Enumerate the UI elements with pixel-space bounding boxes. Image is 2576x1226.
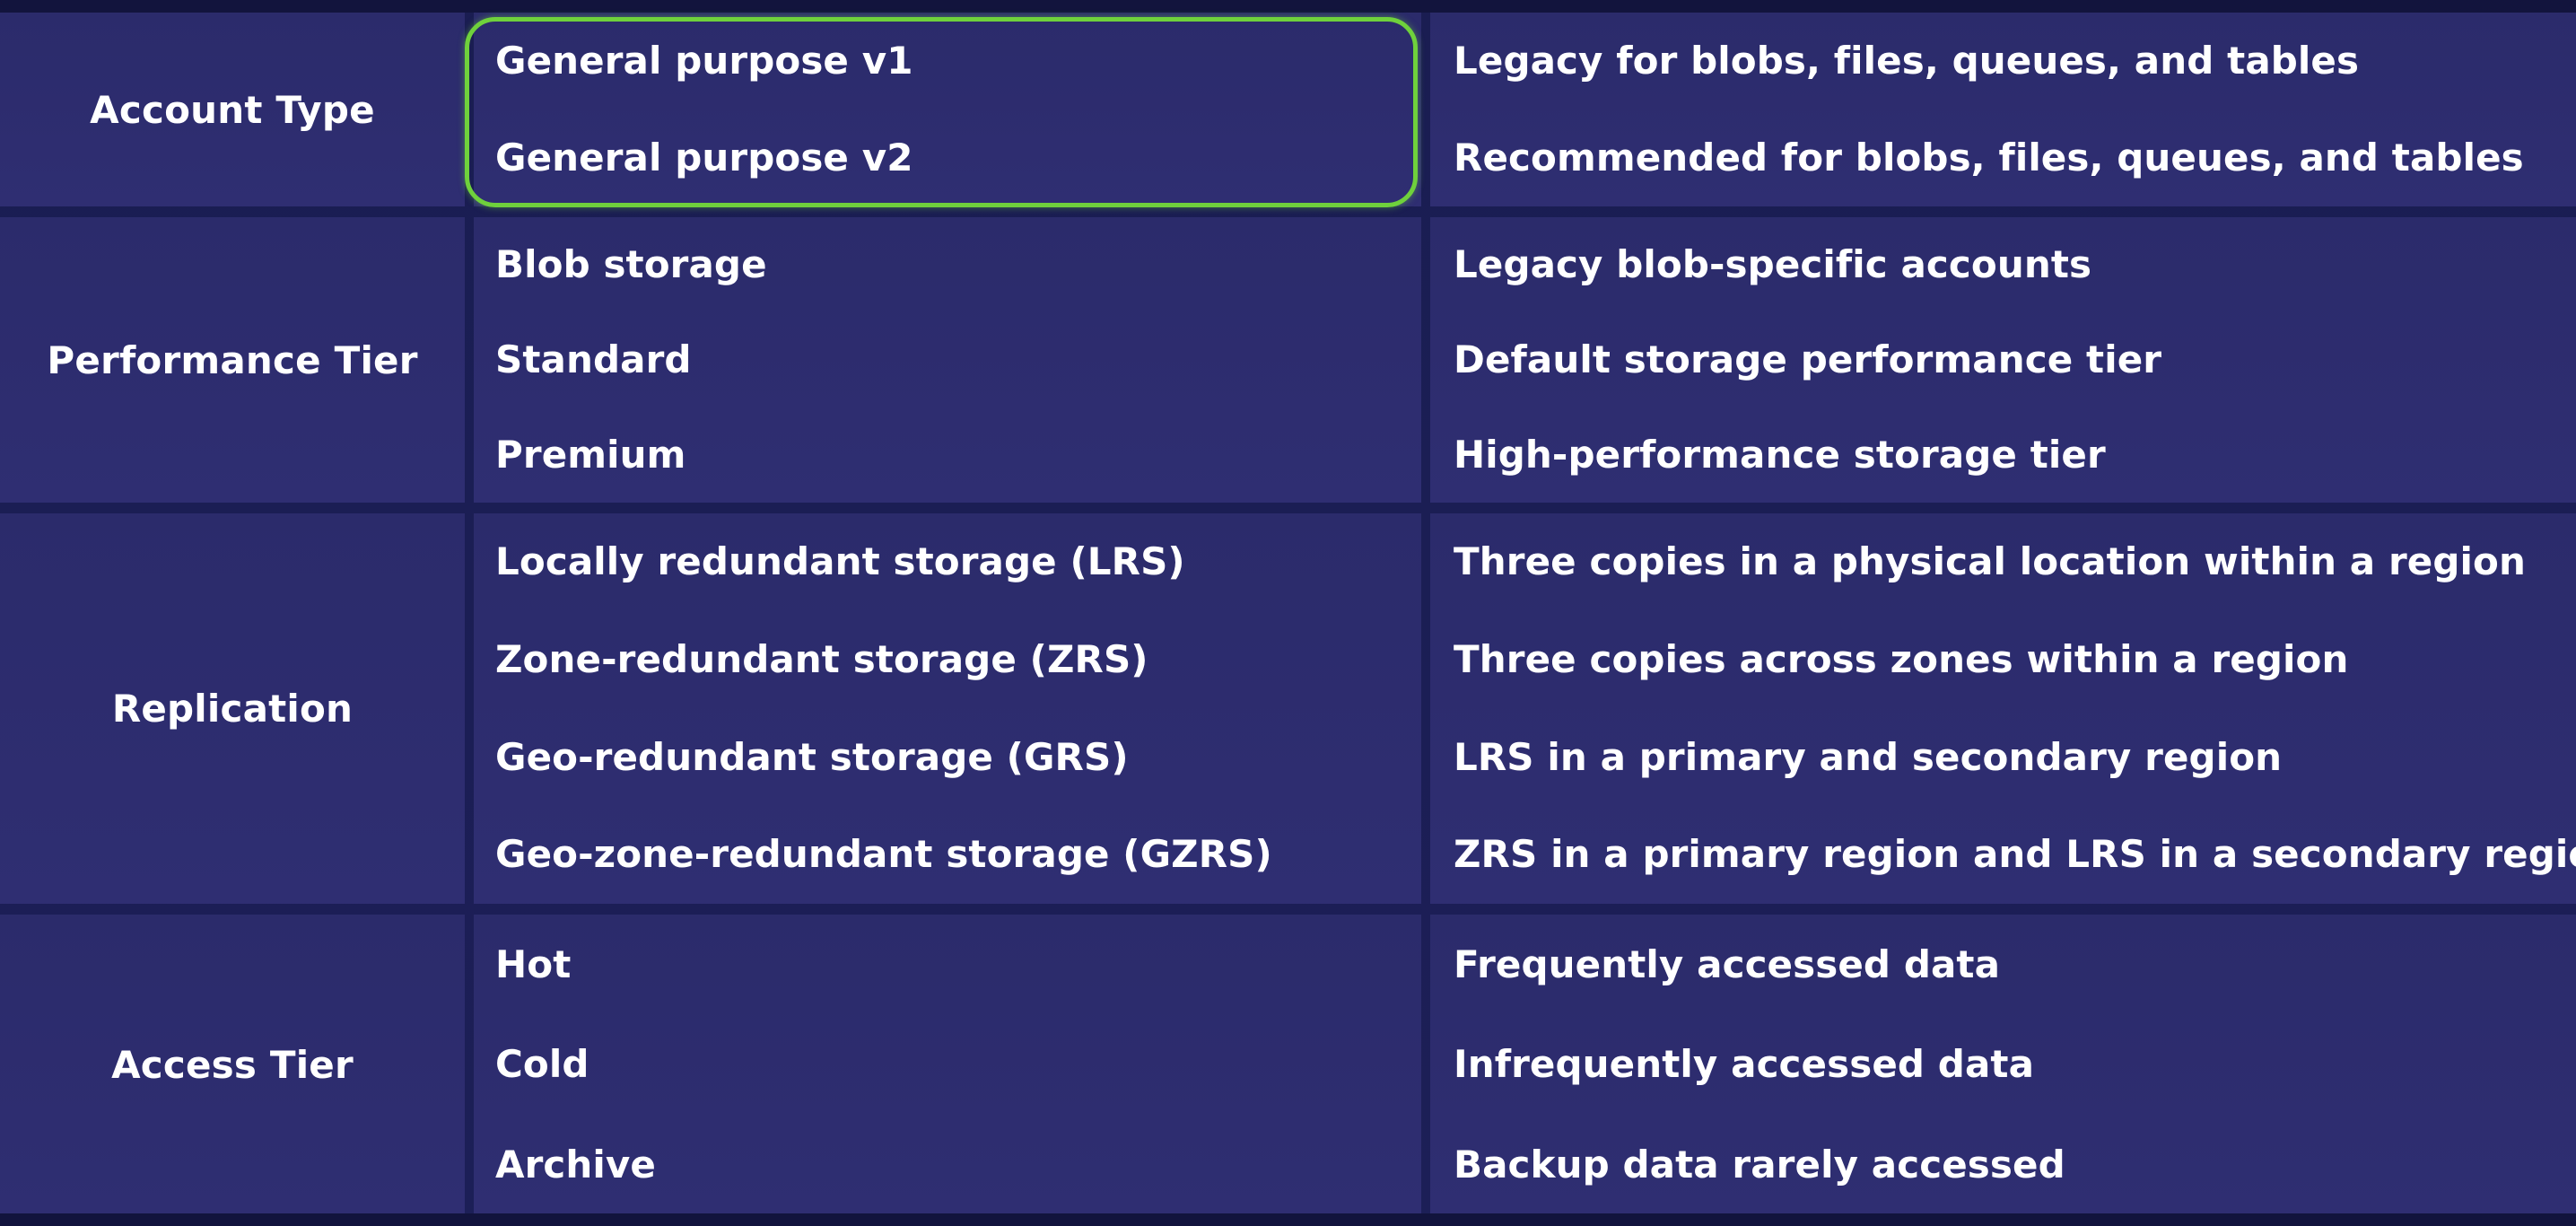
option-item: General purpose v1 <box>495 38 913 83</box>
description-item: Legacy for blobs, files, queues, and tab… <box>1454 38 2360 83</box>
category-label: Account Type <box>90 87 375 132</box>
description-item: Legacy blob-specific accounts <box>1454 241 2092 286</box>
category-cell-access-tier: Access Tier <box>0 915 465 1215</box>
descriptions-cell-performance-tier: Legacy blob-specific accounts Default st… <box>1430 217 2576 503</box>
category-cell-account-type: Account Type <box>0 13 465 206</box>
category-label: Replication <box>111 687 354 731</box>
description-item: Backup data rarely accessed <box>1454 1142 2065 1187</box>
description-item: Infrequently accessed data <box>1454 1042 2035 1087</box>
option-item: Premium <box>495 432 686 477</box>
description-item: Recommended for blobs, files, queues, an… <box>1454 135 2524 180</box>
category-label: Performance Tier <box>47 337 418 382</box>
bottom-band <box>0 1213 2576 1226</box>
category-label: Access Tier <box>111 1043 354 1087</box>
description-item: Three copies in a physical location with… <box>1454 539 2526 584</box>
option-item: Cold <box>495 1042 589 1087</box>
option-item: General purpose v2 <box>495 135 913 180</box>
descriptions-cell-access-tier: Frequently accessed data Infrequently ac… <box>1430 915 2576 1215</box>
description-item: Frequently accessed data <box>1454 941 2001 986</box>
option-item: Blob storage <box>495 241 767 286</box>
top-band <box>0 0 2576 13</box>
option-item: Standard <box>495 337 692 381</box>
category-cell-replication: Replication <box>0 513 465 904</box>
option-item: Geo-zone-redundant storage (GZRS) <box>495 832 1272 877</box>
description-item: Three copies across zones within a regio… <box>1454 636 2349 681</box>
descriptions-cell-replication: Three copies in a physical location with… <box>1430 513 2576 904</box>
descriptions-cell-account-type: Legacy for blobs, files, queues, and tab… <box>1430 13 2576 206</box>
option-item: Zone-redundant storage (ZRS) <box>495 636 1148 681</box>
options-cell-account-type: General purpose v1 General purpose v2 <box>474 13 1421 206</box>
storage-options-table: Account Type General purpose v1 General … <box>0 13 2576 1215</box>
option-item: Locally redundant storage (LRS) <box>495 539 1185 584</box>
option-item: Archive <box>495 1142 656 1187</box>
description-item: High-performance storage tier <box>1454 432 2106 477</box>
options-cell-access-tier: Hot Cold Archive <box>474 915 1421 1215</box>
slide: Account Type General purpose v1 General … <box>0 0 2576 1226</box>
description-item: Default storage performance tier <box>1454 337 2162 381</box>
option-item: Hot <box>495 941 572 986</box>
category-cell-performance-tier: Performance Tier <box>0 217 465 503</box>
description-item: ZRS in a primary region and LRS in a sec… <box>1454 832 2576 877</box>
options-cell-replication: Locally redundant storage (LRS) Zone-red… <box>474 513 1421 904</box>
option-item: Geo-redundant storage (GRS) <box>495 734 1129 779</box>
description-item: LRS in a primary and secondary region <box>1454 734 2283 779</box>
options-cell-performance-tier: Blob storage Standard Premium <box>474 217 1421 503</box>
